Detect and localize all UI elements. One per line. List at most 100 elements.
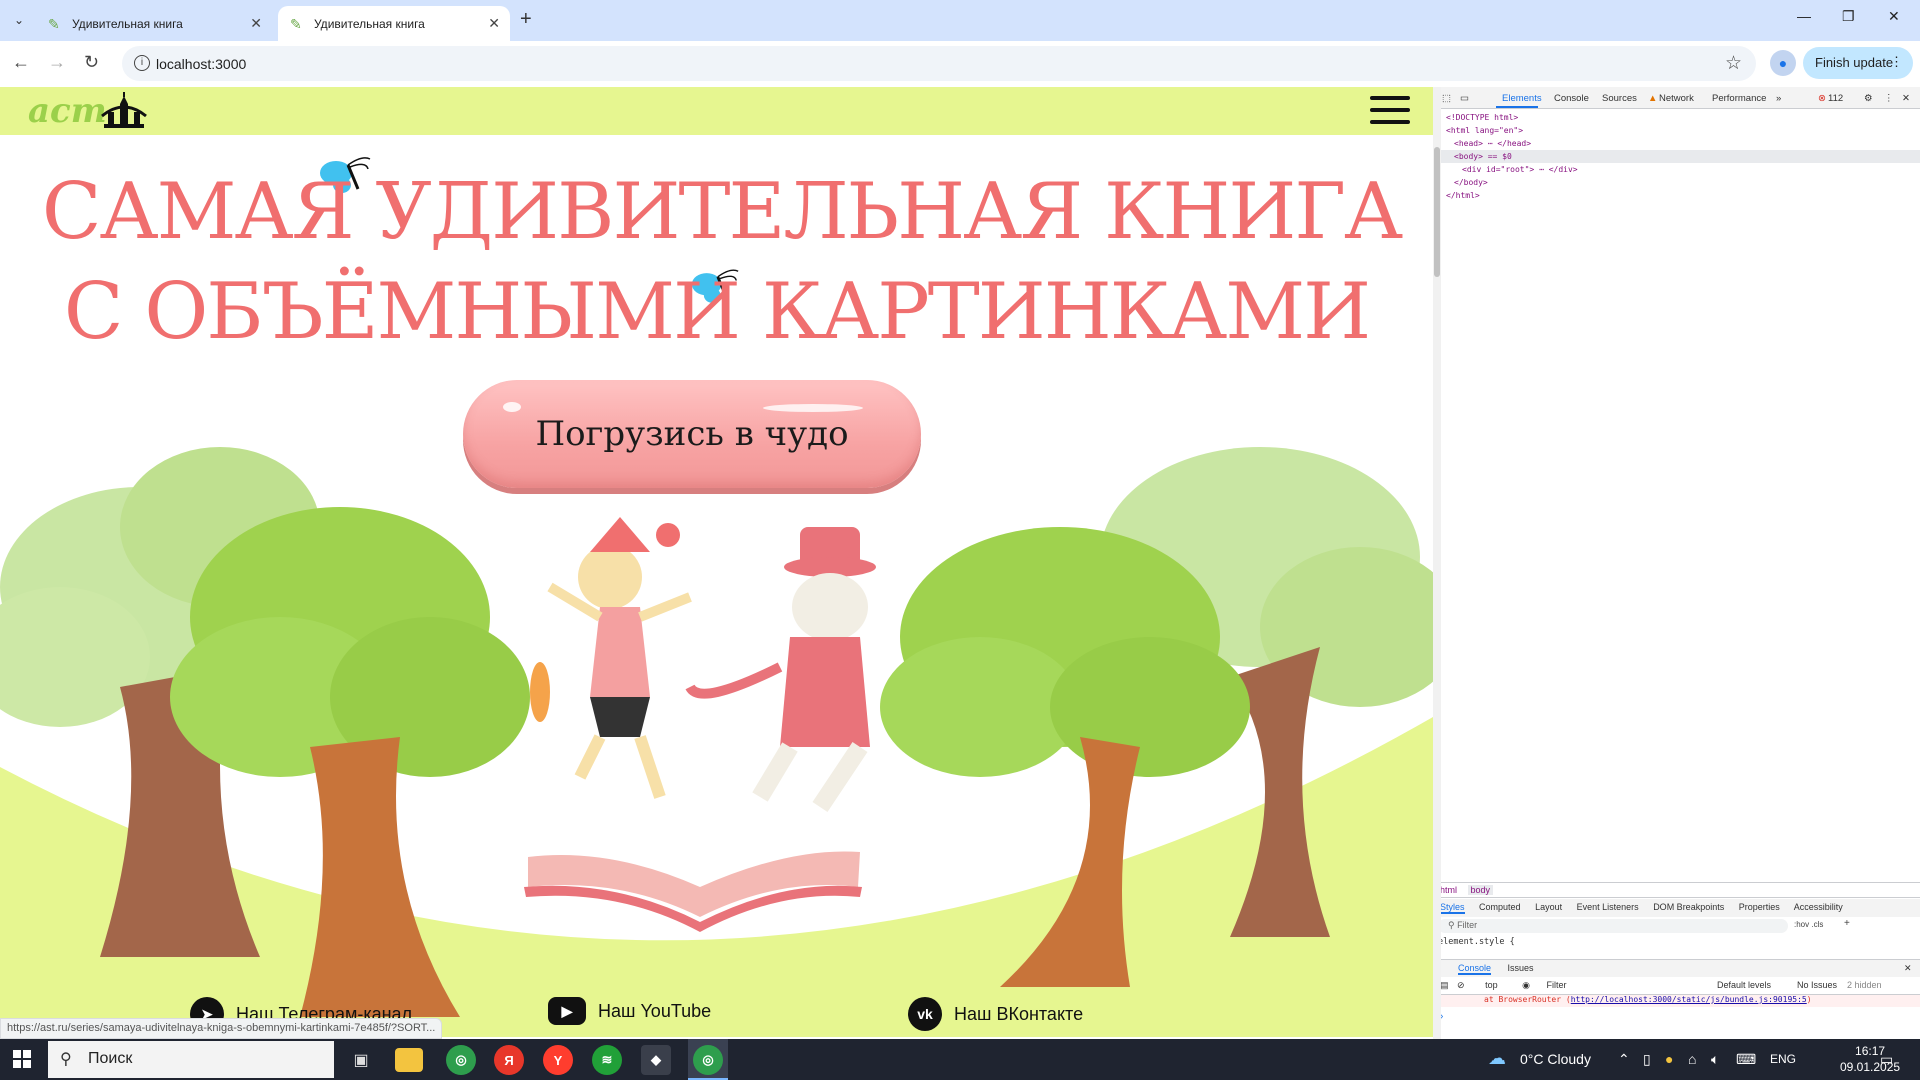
crumb-html[interactable]: html [1440,885,1457,895]
dom-node[interactable]: <head> ⋯ </head> [1446,137,1920,150]
crumb-body[interactable]: body [1467,885,1494,895]
warning-icon: ▲ [1648,93,1658,104]
close-window-icon[interactable]: ✕ [1888,8,1900,25]
youtube-link[interactable]: ▶ Наш YouTube [548,997,711,1025]
dom-node[interactable]: <div id="root"> ⋯ </div> [1446,163,1920,176]
finish-update-button[interactable]: Finish update ⋮ [1803,47,1913,79]
console-toolbar: ▤ ⊘ top ◉ Filter Default levels No Issue… [1434,977,1920,995]
inspect-element-icon[interactable]: ⬚ [1442,93,1451,104]
tab-event-listeners[interactable]: Event Listeners [1577,902,1639,912]
site-info-icon[interactable]: i [134,55,150,71]
tab-styles[interactable]: Styles [1440,902,1465,914]
chrome-active-icon[interactable]: ◎ [693,1045,723,1075]
chrome-icon[interactable]: ◎ [446,1045,476,1075]
notifications-icon[interactable]: ▭ [1880,1051,1893,1068]
error-source-link[interactable]: http://localhost:3000/static/js/bundle.j… [1571,995,1807,1004]
close-drawer-icon[interactable]: ✕ [1904,963,1912,974]
new-tab-icon[interactable]: + [520,8,532,31]
tab-accessibility[interactable]: Accessibility [1794,902,1843,912]
tab-console[interactable]: Console [1554,93,1589,104]
dive-in-button[interactable]: Погрузись в чудо [463,380,921,488]
dom-node[interactable]: </body> [1446,176,1920,189]
tab-dom-breakpoints[interactable]: DOM Breakpoints [1653,902,1724,912]
volume-icon[interactable]: 🔈︎ [1711,1051,1719,1068]
button-shine [503,402,521,412]
keyboard-icon[interactable]: ⌨ [1736,1051,1756,1068]
taskbar-search-input[interactable]: ⚲ Поиск [48,1041,334,1078]
console-filter-input[interactable]: Filter [1547,980,1567,990]
dom-node-selected[interactable]: <body> == $0 [1434,150,1920,163]
sber-icon[interactable]: ≋ [592,1045,622,1075]
yandex-browser-icon[interactable]: Y [543,1045,573,1075]
vk-link[interactable]: vk Наш ВКонтакте [908,997,1083,1031]
weather-text[interactable]: 0°C Cloudy [1520,1051,1591,1067]
address-bar[interactable]: i localhost:3000 ☆ [122,46,1756,81]
error-icon: ⊗ [1818,93,1826,104]
network-icon[interactable]: ⌂ [1688,1051,1696,1067]
tab-network[interactable]: Network [1659,93,1694,104]
more-tabs-icon[interactable]: » [1776,93,1781,104]
dom-node[interactable]: </html> [1446,189,1920,202]
minimize-icon[interactable]: — [1797,8,1811,24]
finish-update-label: Finish update [1815,55,1894,70]
tab-properties[interactable]: Properties [1739,902,1780,912]
app-tray-icon[interactable]: ● [1665,1051,1673,1067]
tab-layout[interactable]: Layout [1535,902,1562,912]
yandex-icon[interactable]: Я [494,1045,524,1075]
castle-logo-icon[interactable] [100,90,148,132]
new-style-rule-icon[interactable]: + [1844,918,1850,929]
devtools-tab-bar: ⬚ ▭ Elements Console Sources ▲ Network P… [1434,87,1920,109]
forward-icon[interactable]: → [48,52,66,73]
tab-elements[interactable]: Elements [1502,93,1542,104]
device-toolbar-icon[interactable]: ▭ [1460,93,1469,104]
file-explorer-icon[interactable] [395,1048,423,1072]
browser-toolbar: ← → ↻ i localhost:3000 ☆ ● Finish update… [0,41,1920,87]
ast-logo[interactable]: аст [28,91,107,131]
tab-search-chevron-icon[interactable]: ⌄ [7,8,31,32]
error-count[interactable]: 112 [1828,93,1843,104]
issues-count[interactable]: No Issues [1797,980,1837,990]
windows-start-icon[interactable] [13,1050,31,1068]
tab-close-icon[interactable]: ✕ [250,15,262,32]
devtools-menu-icon[interactable]: ⋮ [1884,93,1894,104]
context-select[interactable]: top [1485,980,1498,990]
battery-icon[interactable]: ▯ [1643,1051,1651,1068]
filter-placeholder: Filter [1457,920,1478,930]
dom-tree: <!DOCTYPE html> <html lang="en"> <head> … [1434,111,1920,202]
hov-cls-toggles[interactable]: :hov .cls [1794,920,1823,929]
drawer-tab-issues[interactable]: Issues [1508,963,1534,973]
settings-gear-icon[interactable]: ⚙ [1864,93,1873,104]
bookmark-star-icon[interactable]: ☆ [1725,52,1742,75]
reload-icon[interactable]: ↻ [84,52,99,73]
close-devtools-icon[interactable]: ✕ [1902,93,1910,104]
dom-node[interactable]: <html lang="en"> [1446,124,1920,137]
language-indicator[interactable]: ENG [1770,1052,1796,1066]
tab-performance[interactable]: Performance [1712,93,1766,104]
page-scrollbar[interactable] [1433,87,1441,1039]
tab-title: Удивительная книга [314,16,425,31]
tray-expand-icon[interactable]: ⌃ [1618,1051,1630,1068]
profile-avatar-icon[interactable]: ● [1770,50,1796,76]
tab-close-icon[interactable]: ✕ [488,15,500,32]
dom-node[interactable]: <!DOCTYPE html> [1446,111,1920,124]
scrollbar-thumb[interactable] [1434,147,1440,277]
eye-icon[interactable]: ◉ [1522,980,1530,990]
windows-taskbar: ⚲ Поиск ▣ ◎ Я Y ≋ ◆ ◎ ☁ 0°C Cloudy ⌃ ▯ ●… [0,1039,1920,1080]
browser-tab-bar: ⌄ ✎ Удивительная книга ✕ ✎ Удивительная … [0,0,1920,41]
console-sidebar-icon[interactable]: ▤ [1440,980,1449,990]
tab-computed[interactable]: Computed [1479,902,1521,912]
element-style-rule[interactable]: element.style { [1438,937,1515,947]
tab-sources[interactable]: Sources [1602,93,1637,104]
browser-tab-2[interactable]: ✎ Удивительная книга ✕ [278,6,510,41]
url-text[interactable]: localhost:3000 [156,56,246,72]
clear-console-icon[interactable]: ⊘ [1457,980,1465,990]
styles-filter-input[interactable]: ⚲ Filter [1438,919,1788,933]
log-levels-select[interactable]: Default levels [1717,980,1771,990]
restore-icon[interactable]: ❐ [1842,8,1855,25]
drawer-tab-console[interactable]: Console [1458,963,1492,975]
browser-tab-1[interactable]: ✎ Удивительная книга ✕ [36,6,272,41]
code-editor-icon[interactable]: ◆ [641,1045,671,1075]
back-icon[interactable]: ← [12,52,30,73]
hamburger-menu-icon[interactable] [1370,96,1410,126]
task-view-icon[interactable]: ▣ [346,1045,376,1075]
